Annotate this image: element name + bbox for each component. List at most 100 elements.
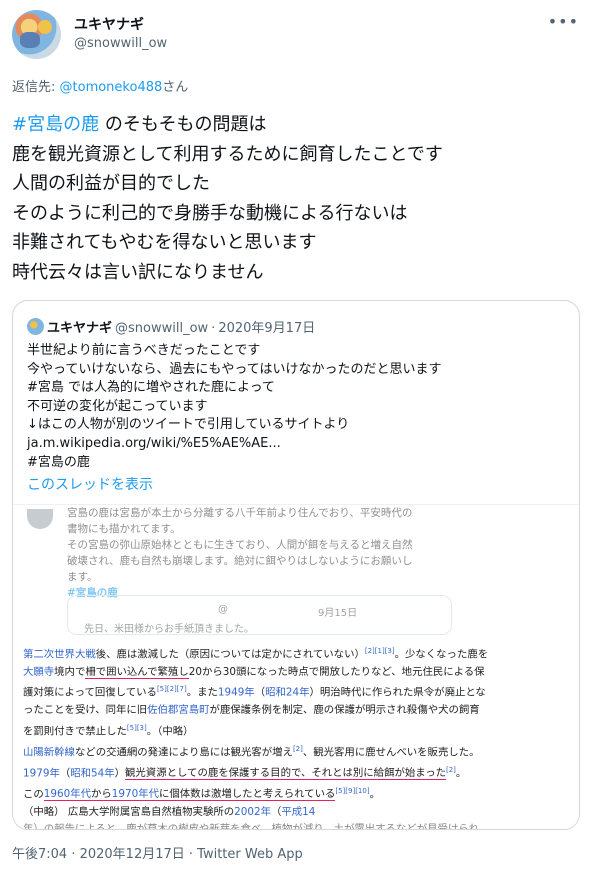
wiki-link: 平成14 (281, 805, 316, 818)
wiki-text: 広島大学附属宮島自然植物実験所の (67, 805, 235, 818)
quoted-author-name: ユキヤナギ (47, 321, 113, 336)
wiki-text: 護対策によって回復している (23, 686, 157, 699)
wiki-text: が鹿保護条例を制定、鹿の保護が明示され殺傷や犬の飼育 (209, 704, 480, 717)
screenshot-line: その宮島の弥山原始林とともに生きており、人間が餌を与えると増え自然 (67, 539, 413, 551)
tweet-line: そのように利己的で身勝手な動機による行ないは (12, 202, 408, 224)
quoted-line: 半世紀より前に言うべきだったことです (27, 343, 261, 358)
quoted-line: 今やっていけないなら、過去にもやってはいけなかったのだと思います (27, 361, 442, 377)
wiki-link: 山陽新幹線 (23, 746, 75, 759)
screenshot-card-handle: @ (218, 604, 228, 615)
tweet-timestamp[interactable]: 午後7:04 · 2020年12月17日 · Twitter Web App (12, 843, 303, 862)
wiki-ref: [2] (292, 744, 303, 753)
wiki-text: （中略） (23, 805, 65, 818)
wiki-text: 後、鹿は激減した（原因については定かにされていない） (95, 648, 365, 661)
wiki-line: を罰則付きで禁止した[5][3]。（中略） (23, 720, 573, 741)
screenshot-avatar (27, 509, 53, 529)
reply-to: 返信先: @tomoneko488さん (12, 76, 188, 95)
quoted-screenshot-image[interactable]: 宮島の鹿は宮島が本土から分離する八千年前より住んでおり、平安時代の 書物にも描か… (13, 504, 579, 830)
tweet-line: 鹿を観光資源として利用するために飼育したことです (12, 143, 443, 165)
wiki-link: 昭和54年 (70, 767, 115, 780)
wiki-link: 大願寺 (23, 665, 55, 678)
wiki-text: を罰則付きで禁止した (23, 725, 127, 738)
screenshot-quote-card: @ 9月15日 先日、米田様からお手紙頂きました。 (67, 595, 452, 635)
wiki-text: （ (59, 767, 71, 780)
wiki-line: （中略） 広島大学附属宮島自然植物実験所の2002年（平成14 (23, 804, 573, 822)
screenshot-card-text: 先日、米田様からお手紙頂きました。 (84, 624, 254, 635)
wiki-line: 1979年（昭和54年）観光資源としての鹿を保護する目的で、それとは別に給餌が始… (23, 762, 573, 783)
screenshot-text: 宮島の鹿は宮島が本土から分離する八千年前より住んでおり、平安時代の 書物にも描か… (67, 505, 412, 601)
wiki-link: 1979年 (23, 767, 60, 780)
avatar[interactable] (12, 10, 61, 59)
wiki-ref: [5][3] (126, 723, 147, 732)
wiki-text: 。（中略） (146, 725, 194, 738)
wiki-text: （ (254, 686, 266, 699)
author-handle[interactable]: @snowwill_ow (74, 36, 167, 51)
quoted-line: #宮島 では人為的に増やされた鹿によって (27, 380, 275, 396)
tweet-text: #宮島の鹿 のそもそもの問題は 鹿を観光資源として利用するために飼育したことです… (12, 110, 581, 287)
wiki-ref: [2] (446, 765, 456, 774)
quoted-date: 2020年9月17日 (218, 321, 316, 336)
wiki-link: 第二次世界大戦 (23, 648, 96, 661)
wiki-text: などの交通網の発達により島には観光客が増え (74, 746, 293, 759)
wiki-underlined-text: に個体数は激増したと考えられている (159, 788, 336, 802)
tweet-line-text: のそもそもの問題は (99, 114, 267, 135)
tweet-line: #宮島の鹿 のそもそもの問題は (12, 110, 581, 140)
wiki-text: （ (270, 805, 282, 818)
wiki-ref: [5][2][7] (156, 685, 187, 694)
wiki-text: 20から30頭になった時点で開放したりなど、地元住民による保 (188, 665, 485, 678)
screenshot-embedded-tweet: 宮島の鹿は宮島が本土から分離する八千年前より住んでおり、平安時代の 書物にも描か… (27, 505, 567, 640)
screenshot-line: 破壊され、鹿も自然も崩壊します。絶対に餌やりはしないようにお願いし (67, 555, 413, 567)
quoted-avatar (27, 318, 44, 335)
wiki-text: 。少なくなった鹿を (394, 648, 489, 661)
wiki-link: 1960年代 (43, 788, 92, 802)
wiki-underlined-text: 観光資源としての鹿を保護する目的で、それとは別に給餌が始まった (125, 767, 446, 781)
wiki-link: 昭和24年 (265, 686, 310, 699)
reply-mention-link[interactable]: @tomoneko488 (60, 80, 163, 95)
wiki-text: 。また (186, 686, 218, 699)
wiki-text: ） (114, 767, 126, 780)
tweet-line: 時代云々は言い訳になりません (12, 261, 264, 283)
wiki-link: 1970年代 (111, 788, 160, 802)
tweet-line: 人間の利益が目的でした (12, 173, 210, 194)
avatar-illustration-sun (38, 20, 52, 34)
quoted-line: 不可逆の変化が起こっています (27, 398, 208, 414)
wiki-text: 、観光客用に鹿せんべいを販売した。 (302, 746, 480, 759)
quoted-line: ↓はこの人物が別のツイートで引用しているサイトより (27, 417, 350, 433)
wiki-line: ったことを受け、同年に旧佐伯郡宮島町が鹿保護条例を制定、鹿の保護が明示され殺傷や… (23, 702, 573, 720)
wiki-line: 大願寺境内で柵で囲い込んで繁殖し20から30頭になった時点で開放したりなど、地元… (23, 664, 573, 682)
wiki-line: この1960年代から1970年代に個体数は激増したと考えられている[5][9][… (23, 783, 573, 804)
quoted-author-handle: @snowwill_ow (115, 321, 209, 336)
wiki-underlined-text: から (91, 788, 112, 802)
wiki-line: 第二次世界大戦後、鹿は激減した（原因については定かにされていない）[2][1][… (23, 643, 573, 664)
wiki-text: ）明治時代に作られた県令が廃止とな (309, 686, 486, 699)
screenshot-line: ます。 (67, 571, 98, 583)
quoted-tweet[interactable]: ユキヤナギ @snowwill_ow · 2020年9月17日 半世紀より前に言うべき… (12, 300, 580, 830)
wiki-ref: [5][9][10] (335, 786, 370, 795)
reply-prefix: 返信先: (12, 80, 60, 95)
screenshot-card-date: 9月15日 (318, 608, 358, 619)
wiki-line: 年）の報告によると、鹿が草木の樹皮や新芽を食べ、植物が減り、土が露出するなどが見… (23, 823, 480, 830)
screenshot-wikipedia-excerpt: 第二次世界大戦後、鹿は激減した（原因については定かにされていない）[2][1][… (23, 643, 573, 830)
quoted-hashtag: #宮島の鹿 (27, 454, 90, 470)
wiki-ref: [2][1][3] (364, 647, 395, 655)
tweet-line: 非難されてもやむを得ないと思います (12, 232, 317, 253)
more-options-icon[interactable]: ••• (548, 12, 579, 31)
wiki-link: 佐伯郡 (147, 704, 179, 717)
hashtag-link[interactable]: #宮島の鹿 (12, 114, 99, 135)
show-thread-link[interactable]: このスレッドを表示 (27, 474, 153, 494)
wiki-link: 1949年 (217, 686, 255, 699)
wiki-text: この (23, 788, 44, 801)
author-name[interactable]: ユキヤナギ (74, 14, 144, 34)
wiki-line: 護対策によって回復している[5][2][7]。また1949年（昭和24年）明治時… (23, 681, 573, 702)
quoted-url: ja.m.wikipedia.org/wiki/%E5%AE%AE... (27, 435, 281, 451)
quoted-tweet-text: 半世紀より前に言うべきだったことです 今やっていけないなら、過去にもやってはいけ… (27, 342, 567, 472)
wiki-underlined-text: 柵で囲い込んで繁殖し (85, 665, 189, 679)
screenshot-line: 書物にも描かれてます。 (67, 523, 181, 535)
wiki-text: ったことを受け、同年に旧 (23, 704, 148, 717)
wiki-link: 宮島町 (178, 704, 210, 717)
quoted-tweet-header: ユキヤナギ @snowwill_ow · 2020年9月17日 (27, 317, 316, 336)
wiki-line: 山陽新幹線などの交通網の発達により島には観光客が増え[2]、観光客用に鹿せんべい… (23, 741, 573, 762)
wiki-text: 。 (369, 788, 380, 801)
wiki-link: 2002年 (234, 805, 271, 818)
reply-suffix: さん (162, 80, 189, 95)
